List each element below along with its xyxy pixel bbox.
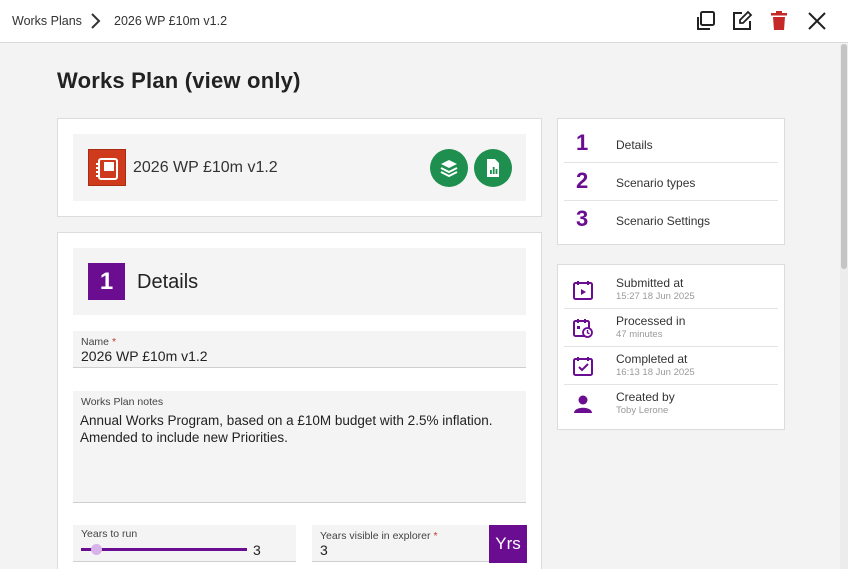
info-value: 15:27 18 Jun 2025 — [616, 291, 695, 302]
details-title: Details — [137, 271, 199, 293]
info-created-by: Created by Toby Lerone — [564, 385, 778, 423]
copy-icon[interactable] — [694, 10, 716, 32]
years-slider-track[interactable] — [81, 548, 247, 551]
works-plan-logo-icon — [96, 158, 118, 180]
details-section-header: 1 Details — [73, 248, 526, 315]
name-label: Name * — [81, 336, 117, 348]
info-submitted: Submitted at 15:27 18 Jun 2025 — [564, 271, 778, 309]
info-value: Toby Lerone — [616, 405, 669, 416]
works-plan-header: 2026 WP £10m v1.2 — [73, 134, 526, 201]
details-card: 1 Details Name * 2026 WP £10m v1.2 Works… — [57, 232, 542, 569]
info-completed: Completed at 16:13 18 Jun 2025 — [564, 347, 778, 385]
info-label: Created by — [616, 390, 675, 404]
step-scenario-types[interactable]: 2 Scenario types — [564, 163, 778, 201]
years-to-run-value: 3 — [253, 542, 261, 558]
step-details[interactable]: 1 Details — [564, 125, 778, 163]
chevron-right-icon — [91, 13, 101, 29]
breadcrumb-current: 2026 WP £10m v1.2 — [114, 14, 228, 28]
works-plan-notes-field[interactable]: Works Plan notes Annual Works Program, b… — [73, 391, 526, 503]
name-value: 2026 WP £10m v1.2 — [81, 348, 208, 364]
years-visible-field[interactable]: Years visible in explorer * 3 — [312, 525, 490, 562]
calendar-check-icon — [573, 357, 593, 376]
details-number: 1 — [88, 263, 125, 300]
trash-icon[interactable] — [768, 10, 790, 32]
works-plan-header-card: 2026 WP £10m v1.2 — [57, 118, 542, 217]
calendar-submitted-icon — [573, 281, 593, 300]
info-card: Submitted at 15:27 18 Jun 2025 Processed… — [557, 264, 785, 430]
step-scenario-settings[interactable]: 3 Scenario Settings — [564, 201, 778, 239]
years-slider-thumb[interactable] — [91, 544, 102, 555]
step-number: 3 — [576, 206, 589, 231]
info-value: 16:13 18 Jun 2025 — [616, 367, 695, 378]
info-label: Completed at — [616, 352, 688, 366]
works-plan-name: 2026 WP £10m v1.2 — [133, 159, 278, 176]
years-to-run-field: Years to run 3 — [73, 525, 296, 562]
yrs-badge: Yrs — [489, 525, 527, 563]
report-button[interactable] — [474, 149, 512, 187]
layers-icon — [440, 160, 458, 178]
calendar-clock-icon — [573, 319, 593, 338]
step-label: Details — [616, 138, 653, 152]
step-number: 1 — [576, 130, 589, 155]
step-label: Scenario Settings — [616, 214, 711, 228]
info-label: Processed in — [616, 314, 686, 328]
layers-button[interactable] — [430, 149, 468, 187]
edit-icon[interactable] — [731, 10, 753, 32]
years-to-run-label: Years to run — [81, 528, 138, 540]
scrollbar-thumb[interactable] — [841, 44, 847, 269]
report-icon — [487, 159, 499, 177]
info-value: 47 minutes — [616, 329, 663, 340]
scrollbar[interactable] — [840, 44, 848, 569]
info-label: Submitted at — [616, 276, 684, 290]
notes-value: Annual Works Program, based on a £10M bu… — [80, 413, 493, 445]
info-processed: Processed in 47 minutes — [564, 309, 778, 347]
years-visible-value: 3 — [320, 542, 328, 558]
step-number: 2 — [576, 168, 589, 193]
top-bar: Works Plans 2026 WP £10m v1.2 — [0, 0, 848, 43]
step-label: Scenario types — [616, 176, 696, 190]
page-title: Works Plan (view only) — [57, 68, 301, 93]
name-field[interactable]: Name * 2026 WP £10m v1.2 — [73, 331, 526, 368]
steps-card: 1 Details 2 Scenario types 3 Scenario Se… — [557, 118, 785, 245]
user-icon — [574, 395, 592, 413]
works-plan-logo — [88, 149, 126, 186]
notes-label: Works Plan notes — [81, 396, 164, 408]
close-icon[interactable] — [806, 10, 828, 32]
breadcrumb-works-plans[interactable]: Works Plans — [12, 14, 82, 28]
years-visible-label: Years visible in explorer * — [320, 530, 438, 542]
